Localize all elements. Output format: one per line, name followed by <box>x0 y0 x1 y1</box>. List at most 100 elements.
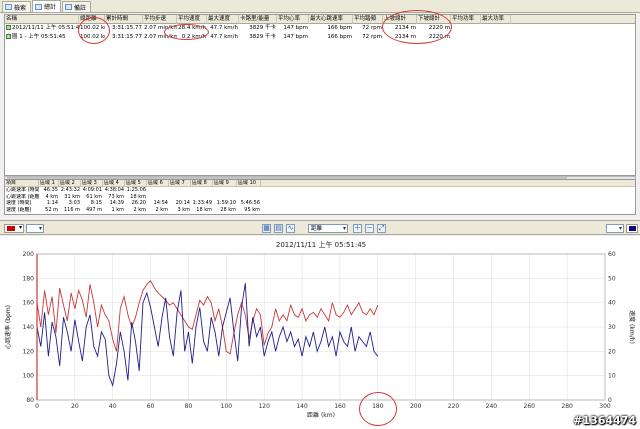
zone-column-header[interactable]: 項目 <box>5 179 39 187</box>
zone-table-header: 項目 區域 1 區域 2 區域 3 區域 4 區域 5 區域 6 區域 7 區域 8 區域 9 區域… <box>5 179 635 187</box>
zone-column-header[interactable]: 區域 2 <box>59 179 81 187</box>
table-cell: 3:31:15.77 <box>112 25 142 31</box>
column-header[interactable]: 平均心率 <box>277 14 309 24</box>
zone-column-header[interactable]: 區域 10 <box>237 179 261 187</box>
x-tick-label: 220 <box>448 403 460 410</box>
y-left-tick-label: 80 <box>26 397 34 404</box>
table-cell: 2.07 min/km <box>144 34 177 40</box>
zone-cell: 速度 (距離) <box>6 206 32 213</box>
tab-summary[interactable]: 總計 <box>32 0 62 12</box>
line-chart[interactable]: 0 20 40 60 80 100 120 140 160 180 200 220 240 260 280 3… <box>0 236 640 429</box>
column-header[interactable]: 下坡總計 <box>417 14 451 24</box>
x-tick-label: 300 <box>599 403 611 410</box>
y-right-tick-label: 50 <box>608 275 616 282</box>
notes-icon <box>65 4 73 10</box>
y-left-tick-label: 100 <box>23 373 35 380</box>
column-header[interactable]: 平均功率 <box>451 14 481 24</box>
y-left-tick-label: 200 <box>23 251 35 258</box>
column-header[interactable]: 平均步速 <box>143 14 177 24</box>
x-tick-label: 260 <box>524 403 536 410</box>
tab-bar: 檢索 總計 備註 <box>0 0 640 13</box>
x-tick-label: 160 <box>334 403 346 410</box>
column-header[interactable]: 卡路里/能量 <box>239 14 277 24</box>
zoom-fit-icon[interactable]: ⤢ <box>377 224 386 233</box>
zone-row[interactable]: 速度 (距離) 52 m 116 m 497 m 1 km 2 km 2 km 3 km 18 … <box>5 207 635 214</box>
zoom-out-icon[interactable]: － <box>365 224 374 233</box>
tab-label: 備註 <box>74 4 87 12</box>
column-header[interactable]: 累計時間 <box>105 14 143 24</box>
right-axis-select[interactable] <box>606 224 624 233</box>
column-header[interactable]: 平均踏頻 <box>353 14 383 24</box>
table-cell-name: 圈 1 - 上午 05:51:45 <box>5 33 79 42</box>
right-color-swatch <box>629 226 636 231</box>
table-cell: 圈 1 - 上午 05:51:45 <box>12 34 66 40</box>
zone-cell: 2 km <box>133 206 146 213</box>
table-cell: 147 bpm <box>283 25 308 31</box>
search-icon <box>5 4 12 10</box>
line-chart-icon[interactable]: ∿ <box>286 224 295 233</box>
x-tick-label: 280 <box>561 403 573 410</box>
left-axis-select[interactable] <box>26 224 44 233</box>
y-left-tick-label: 140 <box>23 324 35 331</box>
x-tick-label: 140 <box>296 403 308 410</box>
y-right-tick-label: 20 <box>608 348 616 355</box>
x-tick-label: 200 <box>410 403 422 410</box>
right-color-picker[interactable] <box>626 224 638 233</box>
y-right-tick-label: 10 <box>608 373 616 380</box>
table-cell: 100.02 km <box>80 34 105 40</box>
table-icon <box>35 3 43 10</box>
table-cell: 2012/11/11 上午 05:51:45 <box>12 25 79 31</box>
table-cell <box>451 33 481 42</box>
zone-column-header[interactable]: 區域 5 <box>125 179 147 187</box>
zone-column-header[interactable]: 區域 1 <box>39 179 59 187</box>
x-tick-label: 60 <box>147 403 155 410</box>
column-header[interactable]: 最大心跳速率 <box>309 14 353 24</box>
zone-column-header[interactable]: 區域 7 <box>169 179 191 187</box>
y-left-tick-label: 120 <box>23 348 35 355</box>
summary-table-header: 名稱 總距離 累計時間 平均步速 平均速度 最大速度 卡路里/能量 平均心率 最大心跳速率 平均踏… <box>5 14 635 24</box>
grid-view-icon[interactable]: ▦ <box>262 224 271 233</box>
table-cell: 2220 m <box>428 34 450 40</box>
x-tick-label: 20 <box>71 403 79 410</box>
zone-cell: 3 km <box>177 206 190 213</box>
tab-search[interactable]: 檢索 <box>2 1 32 12</box>
table-cell: 72 rpm <box>362 34 382 40</box>
table-row[interactable]: 2012/11/11 上午 05:51:45100.02 km 3:31:15.7… <box>5 24 635 33</box>
zone-column-header[interactable]: 區域 4 <box>103 179 125 187</box>
tab-notes[interactable]: 備註 <box>62 1 92 12</box>
zone-column-header[interactable]: 區域 6 <box>147 179 169 187</box>
y-right-tick-label: 40 <box>608 300 616 307</box>
table-cell: 47.7 km/h <box>210 34 238 40</box>
table-cell <box>481 24 511 33</box>
table-cell: 2220 m <box>428 25 450 31</box>
zone-table: 項目 區域 1 區域 2 區域 3 區域 4 區域 5 區域 6 區域 7 區域 8 區域 9 區域… <box>4 179 636 215</box>
x-axis-select[interactable]: 距離 <box>308 224 348 233</box>
column-header[interactable]: 最大速度 <box>207 14 239 24</box>
activity-icon <box>6 34 11 39</box>
zone-column-header[interactable]: 區域 9 <box>213 179 237 187</box>
table-row[interactable]: 圈 1 - 上午 05:51:45 100.02 km 3:31:15.772.07… <box>5 33 635 42</box>
column-header[interactable]: 最大功率 <box>481 14 511 24</box>
y-right-tick-label: 30 <box>608 324 616 331</box>
y-right-tick-label: 60 <box>608 251 616 258</box>
split-view-icon[interactable]: ▤ <box>274 224 283 233</box>
column-header[interactable]: 名稱 <box>5 14 79 24</box>
zoom-in-icon[interactable]: ＋ <box>353 224 362 233</box>
column-header[interactable]: 上坡總計 <box>383 14 417 24</box>
zone-column-header[interactable]: 區域 8 <box>191 179 213 187</box>
chart-toolbar: ▾ ▦ ▤ ∿ 距離 ＋ － ⤢ <box>0 220 640 235</box>
table-cell: 100.02 km <box>80 25 105 31</box>
zone-column-header[interactable]: 區域 3 <box>81 179 103 187</box>
left-color-picker[interactable]: ▾ <box>4 224 24 233</box>
chart-title: 2012/11/11 上午 05:51:45 <box>276 240 366 249</box>
y-right-axis-label: 速度 (km/h) <box>628 310 636 344</box>
zone-cell: 497 m <box>85 206 102 213</box>
zone-cell: 52 m <box>45 206 58 213</box>
y-left-axis-label: 心跳速率 (bpm) <box>4 305 12 349</box>
x-tick-label: 40 <box>109 403 117 410</box>
column-header[interactable]: 總距離 <box>79 14 105 24</box>
column-header[interactable]: 平均速度 <box>177 14 207 24</box>
table-cell <box>451 24 481 33</box>
table-cell-name: 2012/11/11 上午 05:51:45 <box>5 24 79 33</box>
table-cell: 47.7 km/h <box>210 25 238 31</box>
